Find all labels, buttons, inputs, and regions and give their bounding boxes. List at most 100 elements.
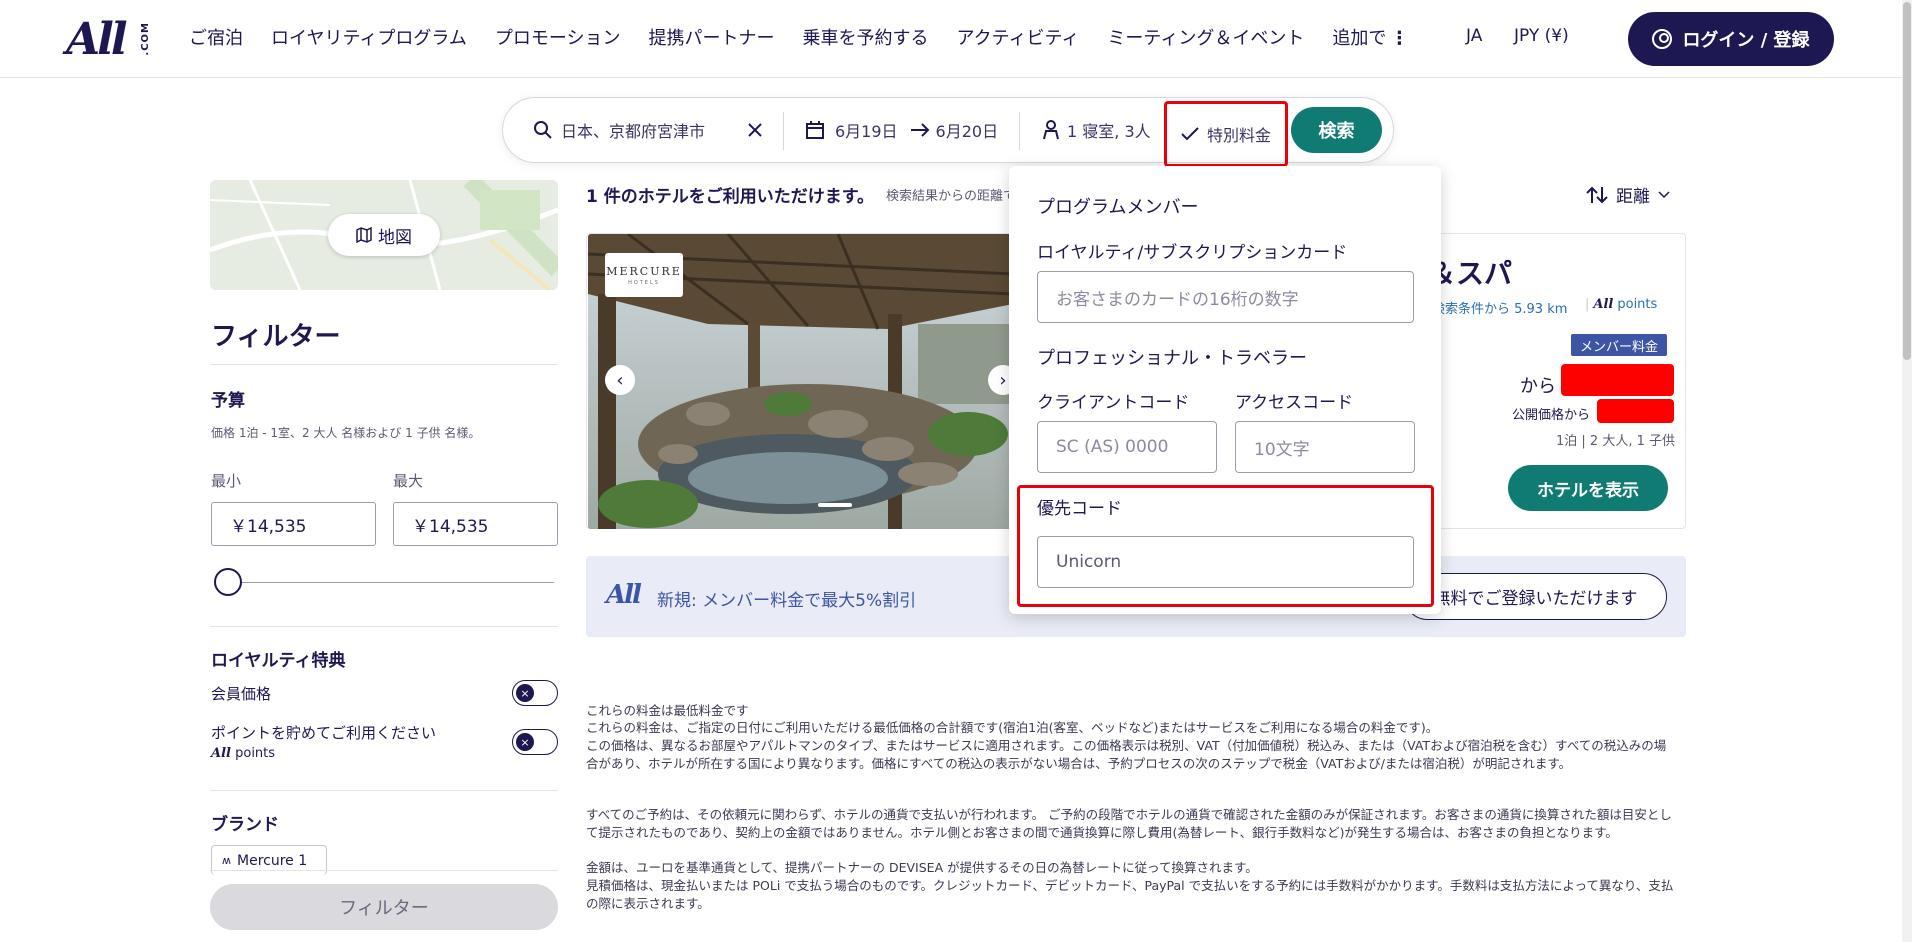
destination-field[interactable]: 日本、京都府宮津市 <box>533 98 705 162</box>
access-code-label: アクセスコード <box>1235 393 1354 413</box>
divider <box>1019 112 1020 150</box>
disclaimer-text: すべてのご予約は、その依頼元に関わらず、ホテルの通貨で支払いが行われます。 ご予… <box>586 807 1672 840</box>
priority-code-input[interactable]: Unicorn <box>1037 536 1414 588</box>
carousel-indicator <box>818 503 852 507</box>
login-label: ログイン / 登録 <box>1682 30 1810 51</box>
guests-value: 1 寝室, 3人 <box>1067 122 1151 141</box>
loyalty-card-label: ロイヤルティ/サブスクリプションカード <box>1037 243 1348 263</box>
person-icon <box>1043 120 1059 140</box>
points-brand: All points <box>211 746 275 761</box>
promo-text: 新規: メンバー料金で最大5%割引 <box>657 591 917 611</box>
nav-stays[interactable]: ご宿泊 <box>189 24 243 50</box>
member-price-toggle[interactable]: × <box>512 680 558 706</box>
sort-label: 距離 <box>1616 187 1650 207</box>
stay-info: 1泊 | 2 大人, 1 子供 <box>1556 434 1675 449</box>
priority-code-label: 優先コード <box>1037 499 1122 519</box>
nav-meetings[interactable]: ミーティング＆イベント <box>1107 24 1304 50</box>
program-member-heading: プログラムメンバー <box>1037 197 1199 218</box>
user-icon <box>1652 29 1673 49</box>
disclaimer-text: 金額は、ユーロを基準通貨として、提携パートナーの DEVISEA が提供するその… <box>586 860 1258 875</box>
hotel-points-text: points <box>1617 297 1658 312</box>
points-label: ポイントを貯めてご利用ください <box>211 724 437 742</box>
apply-filter-button[interactable]: フィルター <box>210 884 558 930</box>
main-nav: ご宿泊 ロイヤリティプログラム プロモーション 提携パートナー 乗車を予約する … <box>189 24 1436 50</box>
close-icon: × <box>516 733 534 751</box>
check-icon <box>1181 127 1199 141</box>
search-icon <box>534 121 552 139</box>
brand-logo-subtext: HOTELS <box>628 279 660 286</box>
price-slider-handle[interactable] <box>214 568 242 596</box>
top-header: All .COM ご宿泊 ロイヤリティプログラム プロモーション 提携パートナー… <box>0 0 1902 78</box>
filter-heading: フィルター <box>211 322 341 352</box>
max-label: 最大 <box>393 472 424 490</box>
sort-icon <box>1586 186 1608 203</box>
results-count: 1 件のホテルをご利用いただけます。 <box>586 187 875 207</box>
divider <box>210 364 558 365</box>
chevron-right-icon: › <box>999 369 1007 391</box>
nav-partners[interactable]: 提携パートナー <box>648 24 774 50</box>
divider <box>783 112 784 150</box>
arrow-right-icon <box>910 123 929 137</box>
search-button[interactable]: 検索 <box>1291 107 1382 153</box>
chevron-down-icon <box>1658 190 1670 198</box>
member-price-label: 会員価格 <box>211 685 272 703</box>
member-price-redacted <box>1561 364 1674 396</box>
nav-more-label: 追加で <box>1332 28 1387 49</box>
nav-book-ride[interactable]: 乗車を予約する <box>802 24 928 50</box>
language-selector[interactable]: JA <box>1466 26 1482 46</box>
all-promo-logo: All <box>606 580 642 610</box>
loyalty-heading: ロイヤルティ特典 <box>211 651 346 671</box>
date-field[interactable]: 6月19日 6月20日 <box>805 98 998 162</box>
mercure-logo: MERCURE HOTELS <box>605 253 683 297</box>
loyalty-card-input[interactable]: お客さまのカードの16桁の数字 <box>1037 271 1414 323</box>
register-free-button[interactable]: 無料でご登録いただけます <box>1404 573 1667 620</box>
hotel-distance: 検索条件から 5.93 km <box>1432 302 1568 317</box>
calendar-icon <box>806 121 824 139</box>
brand-heading: ブランド <box>211 815 279 835</box>
disclaimer-text: この価格は、異なるお部屋やアパルトマンのタイプ、またはサービスに適用されます。こ… <box>586 738 1667 771</box>
mercure-icon: ʍ <box>222 854 231 867</box>
min-price-input[interactable]: ￥14,535 <box>211 502 376 546</box>
close-icon: × <box>516 684 534 702</box>
map-button[interactable]: 地図 <box>328 214 440 256</box>
nav-activities[interactable]: アクティビティ <box>956 24 1079 50</box>
destination-value: 日本、京都府宮津市 <box>561 122 706 141</box>
guests-field[interactable]: 1 寝室, 3人 <box>1043 98 1151 162</box>
access-code-input[interactable]: 10文字 <box>1235 421 1415 473</box>
public-price-redacted <box>1597 399 1674 423</box>
checkout-date: 6月20日 <box>935 122 999 141</box>
clear-icon[interactable] <box>747 122 763 138</box>
checkin-date: 6月19日 <box>835 122 898 141</box>
divider <box>210 626 558 627</box>
currency-selector[interactable]: JPY (¥) <box>1514 26 1569 46</box>
nav-promotions[interactable]: プロモーション <box>495 24 621 50</box>
sort-dropdown[interactable]: 距離 <box>1586 182 1670 207</box>
view-hotel-button[interactable]: ホテルを表示 <box>1508 465 1668 511</box>
pro-traveler-heading: プロフェッショナル・トラベラー <box>1037 348 1307 369</box>
special-rate-label: 特別料金 <box>1206 126 1271 145</box>
min-label: 最小 <box>211 472 242 490</box>
points-toggle[interactable]: × <box>512 729 558 755</box>
disclaimer-text: これらの料金は、ご指定の日付にご利用いただける最低価格の合計額です(宿泊1泊(客… <box>586 720 1439 735</box>
photo-prev-button[interactable]: ‹ <box>605 365 635 395</box>
all-mini-logo: All <box>1593 297 1614 312</box>
nav-loyalty[interactable]: ロイヤリティプログラム <box>271 24 467 50</box>
max-price-input[interactable]: ￥14,535 <box>393 502 558 546</box>
price-slider-track[interactable] <box>228 582 554 583</box>
points-brand-text: points <box>235 746 276 761</box>
all-mini-logo: All <box>211 746 231 761</box>
scrollbar-thumb[interactable] <box>1903 2 1911 360</box>
client-code-input[interactable]: SC (AS) 0000 <box>1037 421 1217 473</box>
divider <box>210 790 558 791</box>
hotel-points: | All points <box>1585 297 1658 312</box>
disclaimer-text: 見積価格は、現金払いまたは POLi で支払う場合のものです。クレジットカード、… <box>586 878 1674 911</box>
chevron-left-icon: ‹ <box>616 369 624 391</box>
map-label: 地図 <box>378 227 412 248</box>
all-logo[interactable]: All .COM <box>66 14 156 65</box>
budget-heading: 予算 <box>211 391 245 411</box>
price-from-label: から <box>1520 376 1556 397</box>
login-button[interactable]: ログイン / 登録 <box>1628 12 1834 66</box>
special-rate-button[interactable]: 特別料金 <box>1164 101 1288 167</box>
member-rate-badge: メンバー料金 <box>1571 334 1667 356</box>
nav-more[interactable]: 追加で ⋮ <box>1332 24 1408 50</box>
